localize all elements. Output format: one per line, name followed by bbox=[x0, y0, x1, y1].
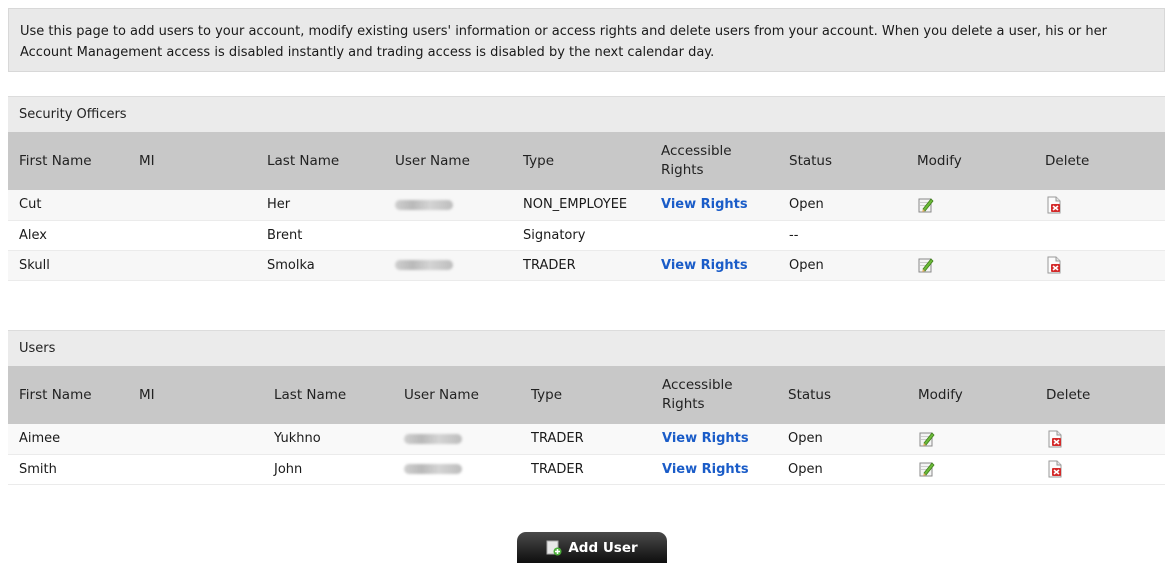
cell-last-name: Brent bbox=[256, 220, 384, 251]
cell-user-name bbox=[384, 190, 512, 221]
cell-first-name: Smith bbox=[8, 454, 128, 485]
page-instructions: Use this page to add users to your accou… bbox=[8, 8, 1165, 72]
view-rights-link[interactable]: View Rights bbox=[661, 197, 748, 212]
cell-mi bbox=[128, 454, 263, 485]
table-header-row: First Name MI Last Name User Name Type A… bbox=[8, 366, 1165, 424]
cell-status: Open bbox=[778, 190, 906, 221]
cell-first-name: Skull bbox=[8, 250, 128, 281]
cell-accessible-rights bbox=[650, 220, 778, 251]
edit-icon[interactable] bbox=[917, 256, 935, 274]
redacted-username bbox=[395, 199, 453, 210]
cell-user-name bbox=[384, 250, 512, 281]
col-mi: MI bbox=[139, 152, 155, 169]
cell-type: TRADER bbox=[520, 424, 651, 455]
cell-status: Open bbox=[777, 424, 907, 455]
view-rights-link[interactable]: View Rights bbox=[662, 431, 749, 446]
add-user-button[interactable]: Add User bbox=[517, 532, 667, 563]
table-row: Alex Brent Signatory -- bbox=[8, 220, 1165, 251]
table-row: Skull Smolka TRADER View Rights Open bbox=[8, 250, 1165, 281]
cell-mi bbox=[128, 250, 256, 281]
col-status: Status bbox=[788, 386, 832, 403]
cell-accessible-rights: View Rights bbox=[651, 454, 777, 485]
redacted-username bbox=[404, 464, 462, 474]
delete-document-icon[interactable] bbox=[1045, 196, 1063, 214]
cell-first-name: Cut bbox=[8, 190, 128, 221]
col-delete: Delete bbox=[1045, 152, 1090, 169]
add-user-icon bbox=[546, 540, 562, 556]
view-rights-link[interactable]: View Rights bbox=[662, 462, 749, 477]
cell-accessible-rights: View Rights bbox=[650, 190, 778, 221]
cell-delete bbox=[1035, 454, 1165, 485]
col-modify: Modify bbox=[918, 386, 963, 403]
table-row: Smith John TRADER View Rights Open bbox=[8, 454, 1165, 485]
cell-accessible-rights: View Rights bbox=[651, 424, 777, 455]
delete-document-icon[interactable] bbox=[1046, 430, 1064, 448]
cell-last-name: John bbox=[263, 454, 393, 485]
col-user-name: User Name bbox=[395, 152, 470, 169]
cell-last-name: Smolka bbox=[256, 250, 384, 281]
cell-mi bbox=[128, 424, 263, 455]
table-row: Aimee Yukhno TRADER View Rights Open bbox=[8, 424, 1165, 455]
table-row: Cut Her NON_EMPLOYEE View Rights Open bbox=[8, 190, 1165, 221]
cell-mi bbox=[128, 190, 256, 221]
cell-type: TRADER bbox=[520, 454, 651, 485]
cell-status: Open bbox=[778, 250, 906, 281]
add-user-label: Add User bbox=[568, 539, 638, 556]
users-table: First Name MI Last Name User Name Type A… bbox=[8, 366, 1165, 485]
cell-modify bbox=[907, 424, 1035, 455]
edit-icon[interactable] bbox=[918, 430, 936, 448]
col-mi: MI bbox=[139, 386, 155, 403]
section-title-security-officers: Security Officers bbox=[8, 96, 1165, 132]
cell-modify bbox=[906, 220, 1034, 251]
cell-status: Open bbox=[777, 454, 907, 485]
security-officers-section: Security Officers First Name MI Last Nam… bbox=[8, 96, 1165, 281]
delete-document-icon[interactable] bbox=[1045, 256, 1063, 274]
cell-type: TRADER bbox=[512, 250, 650, 281]
edit-icon[interactable] bbox=[918, 460, 936, 478]
col-status: Status bbox=[789, 152, 833, 169]
col-type: Type bbox=[523, 152, 555, 169]
cell-user-name bbox=[393, 424, 520, 455]
cell-last-name: Yukhno bbox=[263, 424, 393, 455]
col-last-name: Last Name bbox=[267, 152, 340, 169]
cell-mi bbox=[128, 220, 256, 251]
cell-accessible-rights: View Rights bbox=[650, 250, 778, 281]
users-section: Users First Name MI Last Name User Name … bbox=[8, 330, 1165, 485]
cell-type: NON_EMPLOYEE bbox=[512, 190, 650, 221]
edit-icon[interactable] bbox=[917, 196, 935, 214]
cell-last-name: Her bbox=[256, 190, 384, 221]
col-user-name: User Name bbox=[404, 386, 479, 403]
cell-user-name bbox=[384, 220, 512, 251]
col-modify: Modify bbox=[917, 152, 962, 169]
col-first-name: First Name bbox=[19, 152, 92, 169]
cell-status: -- bbox=[778, 220, 906, 251]
cell-first-name: Alex bbox=[8, 220, 128, 251]
cell-user-name bbox=[393, 454, 520, 485]
instructions-text: Use this page to add users to your accou… bbox=[20, 24, 1107, 60]
cell-type: Signatory bbox=[512, 220, 650, 251]
redacted-username bbox=[404, 433, 462, 444]
delete-document-icon[interactable] bbox=[1046, 460, 1064, 478]
cell-modify bbox=[906, 250, 1034, 281]
view-rights-link[interactable]: View Rights bbox=[661, 258, 748, 273]
col-type: Type bbox=[531, 386, 563, 403]
cell-modify bbox=[906, 190, 1034, 221]
section-title-users: Users bbox=[8, 330, 1165, 366]
col-delete: Delete bbox=[1046, 386, 1091, 403]
cell-delete bbox=[1034, 250, 1165, 281]
cell-delete bbox=[1035, 424, 1165, 455]
security-officers-table: First Name MI Last Name User Name Type A… bbox=[8, 132, 1165, 281]
cell-first-name: Aimee bbox=[8, 424, 128, 455]
cell-delete bbox=[1034, 190, 1165, 221]
cell-modify bbox=[907, 454, 1035, 485]
col-first-name: First Name bbox=[19, 386, 92, 403]
col-accessible-rights: Accessible Rights bbox=[662, 377, 733, 412]
cell-delete bbox=[1034, 220, 1165, 251]
table-header-row: First Name MI Last Name User Name Type A… bbox=[8, 132, 1165, 190]
col-last-name: Last Name bbox=[274, 386, 347, 403]
redacted-username bbox=[395, 260, 453, 270]
col-accessible-rights: Accessible Rights bbox=[661, 143, 732, 178]
